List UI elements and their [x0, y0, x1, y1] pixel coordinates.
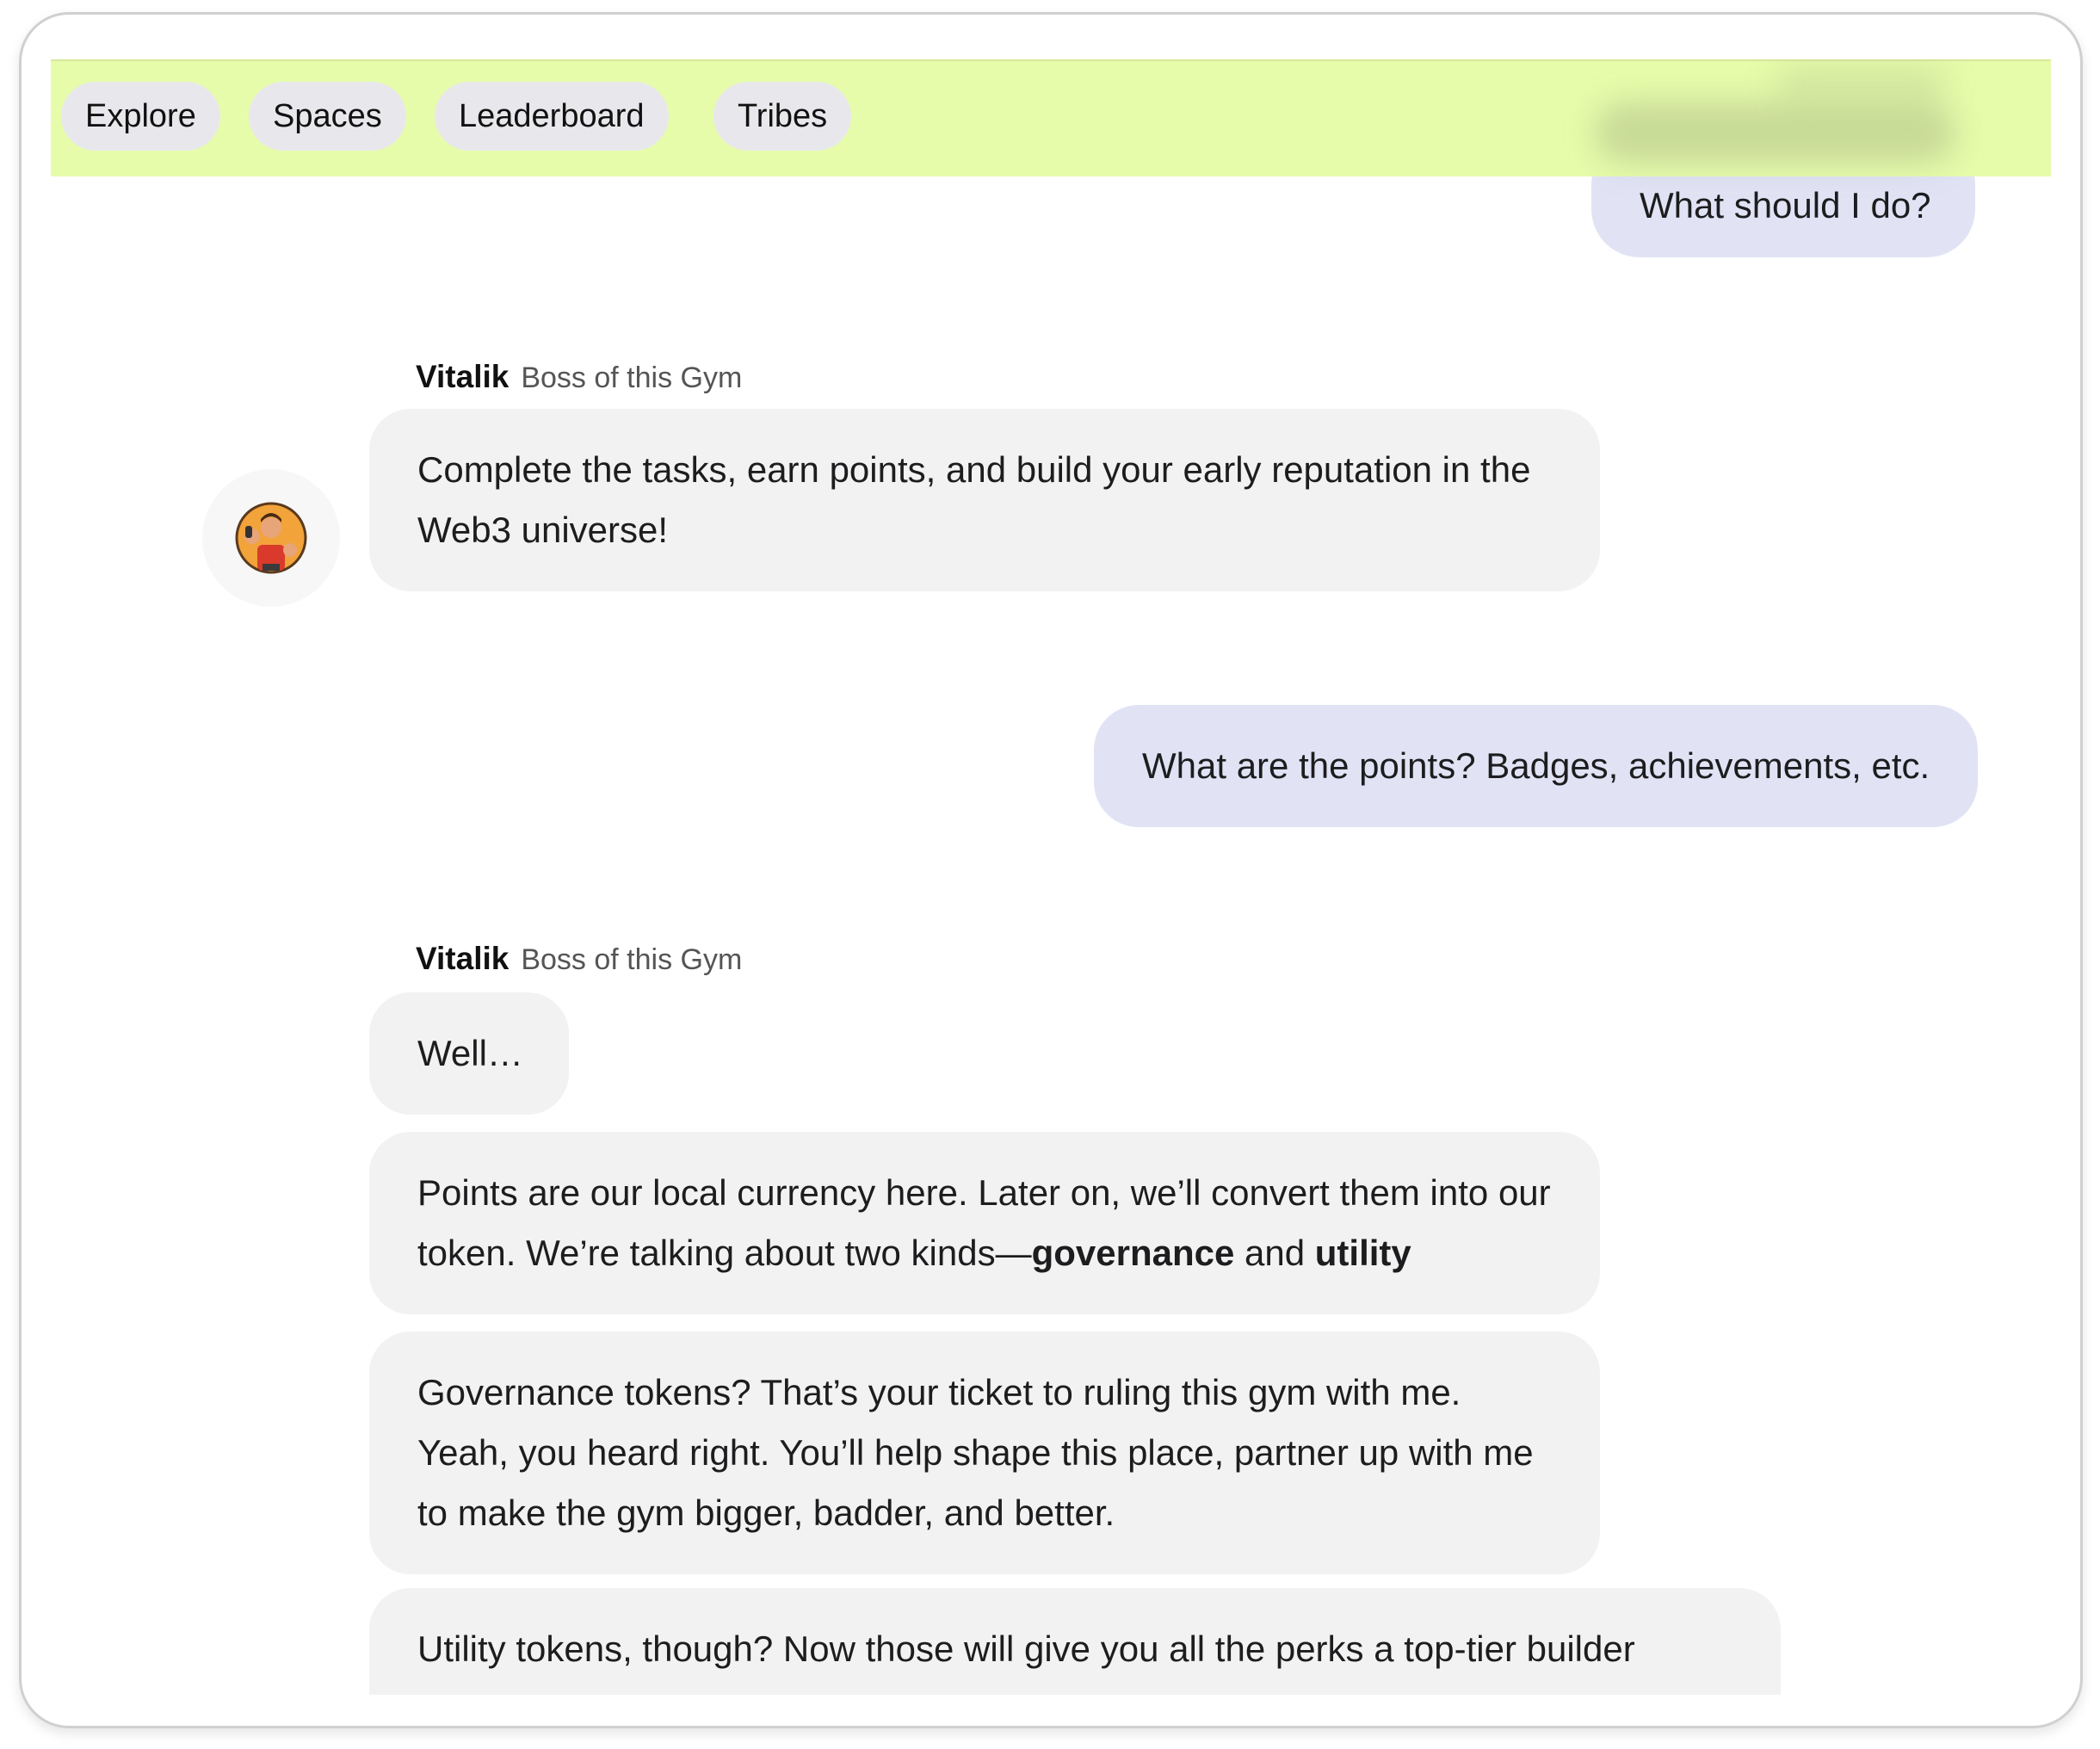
- gym-boss-avatar-icon: [235, 502, 307, 574]
- bold-keyword: utility: [1314, 1233, 1411, 1273]
- blurred-overlay: [1595, 102, 1956, 163]
- tab-spaces[interactable]: Spaces: [249, 82, 406, 151]
- sender-header: Vitalik Boss of this Gym: [416, 359, 742, 395]
- avatar[interactable]: [202, 469, 340, 607]
- bot-message-text: Complete the tasks, earn points, and bui…: [417, 449, 1531, 550]
- tab-tribes[interactable]: Tribes: [713, 82, 852, 151]
- user-message-text: What are the points? Badges, achievement…: [1142, 745, 1930, 786]
- user-message-bubble: What are the points? Badges, achievement…: [1094, 705, 1979, 827]
- top-navbar: Explore Spaces Leaderboard Tribes: [51, 59, 2051, 176]
- bot-message-text: and: [1234, 1233, 1315, 1273]
- bot-message-text: Well…: [417, 1033, 523, 1073]
- tab-leaderboard[interactable]: Leaderboard: [435, 82, 669, 151]
- chat-viewport[interactable]: Explore Spaces Leaderboard Tribes What s…: [51, 59, 2051, 1695]
- bot-message-text: Governance tokens? That’s your ticket to…: [417, 1372, 1534, 1533]
- blurred-overlay: [1776, 65, 1948, 99]
- bold-keyword: governance: [1031, 1233, 1235, 1273]
- user-message-text: What should I do?: [1640, 185, 1931, 226]
- bot-message-bubble: Points are our local currency here. Late…: [369, 1132, 1600, 1314]
- sender-role: Boss of this Gym: [521, 362, 743, 394]
- bot-message-bubble: Utility tokens, though? Now those will g…: [369, 1588, 1781, 1695]
- bot-message-bubble: Well…: [369, 992, 569, 1115]
- app-window: Explore Spaces Leaderboard Tribes What s…: [19, 12, 2083, 1728]
- bot-message-bubble: Governance tokens? That’s your ticket to…: [369, 1332, 1600, 1574]
- sender-header: Vitalik Boss of this Gym: [416, 941, 742, 977]
- sender-name: Vitalik: [416, 359, 510, 394]
- bot-message-bubble: Complete the tasks, earn points, and bui…: [369, 409, 1600, 591]
- bot-message-text: Utility tokens, though? Now those will g…: [417, 1628, 1699, 1695]
- tab-explore[interactable]: Explore: [61, 82, 220, 151]
- sender-name: Vitalik: [416, 941, 510, 976]
- sender-role: Boss of this Gym: [521, 943, 743, 976]
